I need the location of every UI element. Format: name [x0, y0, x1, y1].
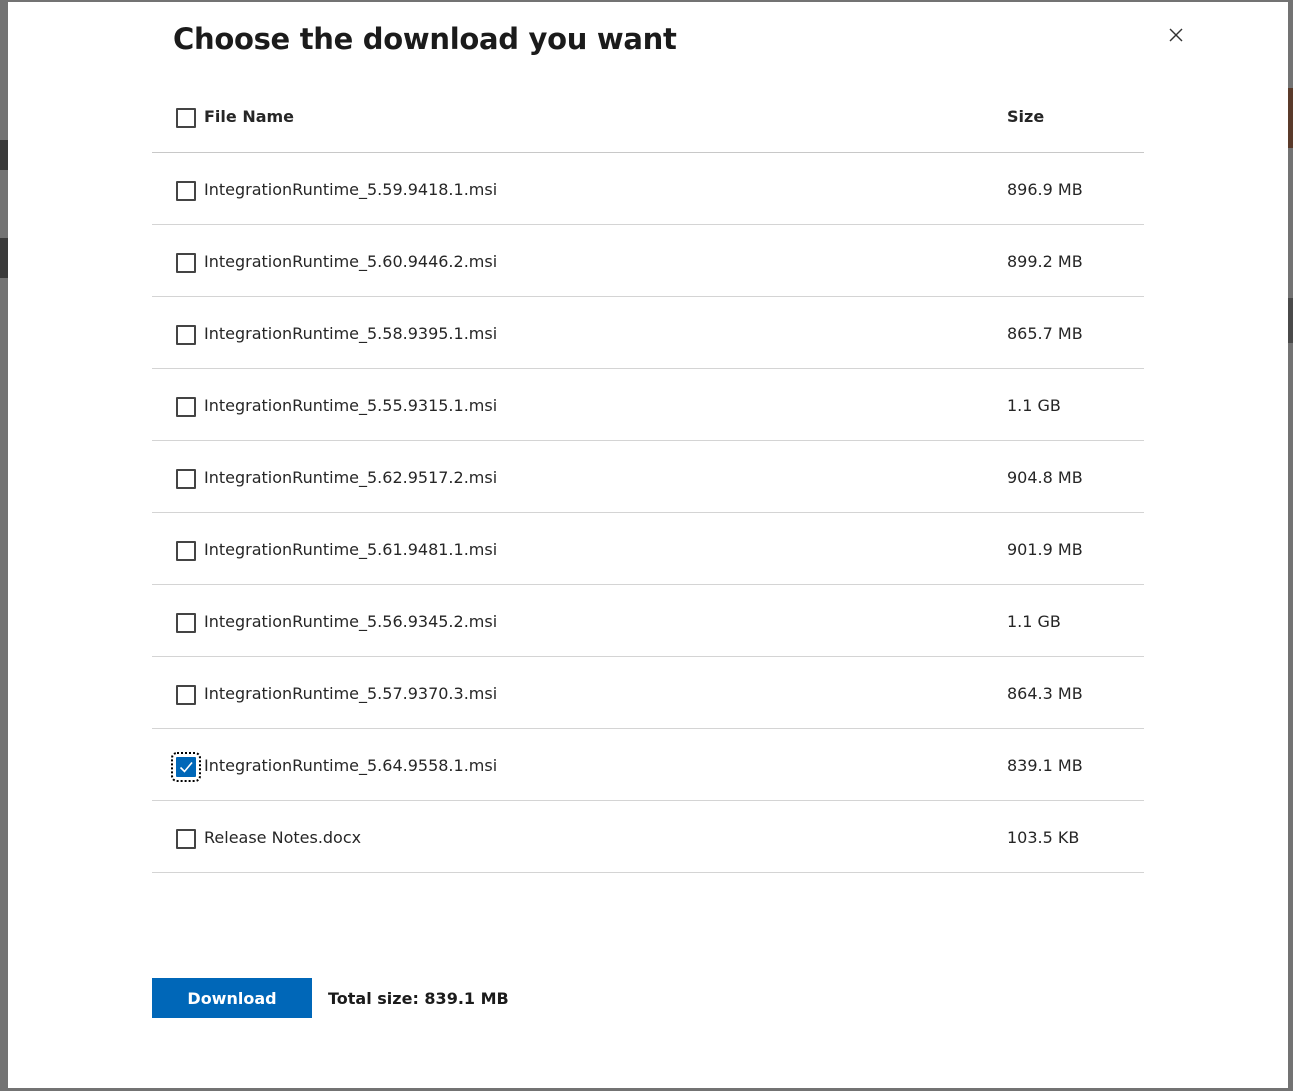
download-button[interactable]: Download	[152, 978, 312, 1018]
backdrop-strip	[1288, 88, 1293, 148]
file-checkbox[interactable]	[176, 253, 196, 273]
download-dialog: Choose the download you want File Name S…	[8, 2, 1288, 1088]
file-size: 865.7 MB	[1007, 324, 1083, 343]
file-checkbox[interactable]	[176, 829, 196, 849]
table-row: IntegrationRuntime_5.56.9345.2.msi 1.1 GB	[152, 585, 1144, 657]
file-name: IntegrationRuntime_5.61.9481.1.msi	[204, 540, 498, 559]
column-header-size: Size	[1007, 107, 1045, 126]
total-size-label: Total size: 839.1 MB	[328, 989, 509, 1008]
file-size: 904.8 MB	[1007, 468, 1083, 487]
table-header-row: File Name Size	[152, 80, 1144, 153]
dialog-title: Choose the download you want	[173, 22, 677, 56]
file-name: Release Notes.docx	[204, 828, 362, 847]
file-table: File Name Size IntegrationRuntime_5.59.9…	[152, 80, 1144, 873]
file-size: 1.1 GB	[1007, 396, 1061, 415]
table-row: IntegrationRuntime_5.58.9395.1.msi 865.7 …	[152, 297, 1144, 369]
file-checkbox[interactable]	[176, 397, 196, 417]
table-body: IntegrationRuntime_5.59.9418.1.msi 896.9 …	[152, 153, 1144, 873]
table-row: IntegrationRuntime_5.55.9315.1.msi 1.1 GB	[152, 369, 1144, 441]
file-size: 896.9 MB	[1007, 180, 1083, 199]
backdrop-strip	[1288, 298, 1293, 343]
file-checkbox[interactable]	[176, 541, 196, 561]
file-size: 899.2 MB	[1007, 252, 1083, 271]
table-row: IntegrationRuntime_5.64.9558.1.msi 839.1 …	[152, 729, 1144, 801]
file-name: IntegrationRuntime_5.64.9558.1.msi	[204, 756, 498, 775]
file-size: 839.1 MB	[1007, 756, 1083, 775]
file-name: IntegrationRuntime_5.59.9418.1.msi	[204, 180, 498, 199]
file-size: 901.9 MB	[1007, 540, 1083, 559]
file-name: IntegrationRuntime_5.60.9446.2.msi	[204, 252, 498, 271]
checkmark-icon	[179, 761, 193, 773]
table-row: IntegrationRuntime_5.59.9418.1.msi 896.9 …	[152, 153, 1144, 225]
file-checkbox[interactable]	[176, 469, 196, 489]
file-name: IntegrationRuntime_5.62.9517.2.msi	[204, 468, 498, 487]
file-name: IntegrationRuntime_5.55.9315.1.msi	[204, 396, 498, 415]
file-checkbox[interactable]	[176, 325, 196, 345]
file-checkbox[interactable]	[176, 613, 196, 633]
file-size: 103.5 KB	[1007, 828, 1080, 847]
table-row: IntegrationRuntime_5.57.9370.3.msi 864.3 …	[152, 657, 1144, 729]
file-name: IntegrationRuntime_5.56.9345.2.msi	[204, 612, 498, 631]
backdrop-strip	[0, 238, 8, 278]
backdrop-strip	[0, 140, 8, 170]
file-name: IntegrationRuntime_5.58.9395.1.msi	[204, 324, 498, 343]
column-header-file-name: File Name	[204, 107, 295, 126]
file-checkbox[interactable]	[176, 181, 196, 201]
file-size: 864.3 MB	[1007, 684, 1083, 703]
table-row: Release Notes.docx 103.5 KB	[152, 801, 1144, 873]
file-checkbox[interactable]	[176, 685, 196, 705]
select-all-checkbox[interactable]	[176, 108, 196, 128]
table-row: IntegrationRuntime_5.61.9481.1.msi 901.9 …	[152, 513, 1144, 585]
table-row: IntegrationRuntime_5.60.9446.2.msi 899.2 …	[152, 225, 1144, 297]
file-checkbox[interactable]	[171, 752, 201, 782]
close-icon[interactable]	[1165, 24, 1187, 46]
file-size: 1.1 GB	[1007, 612, 1061, 631]
table-row: IntegrationRuntime_5.62.9517.2.msi 904.8 …	[152, 441, 1144, 513]
file-name: IntegrationRuntime_5.57.9370.3.msi	[204, 684, 498, 703]
